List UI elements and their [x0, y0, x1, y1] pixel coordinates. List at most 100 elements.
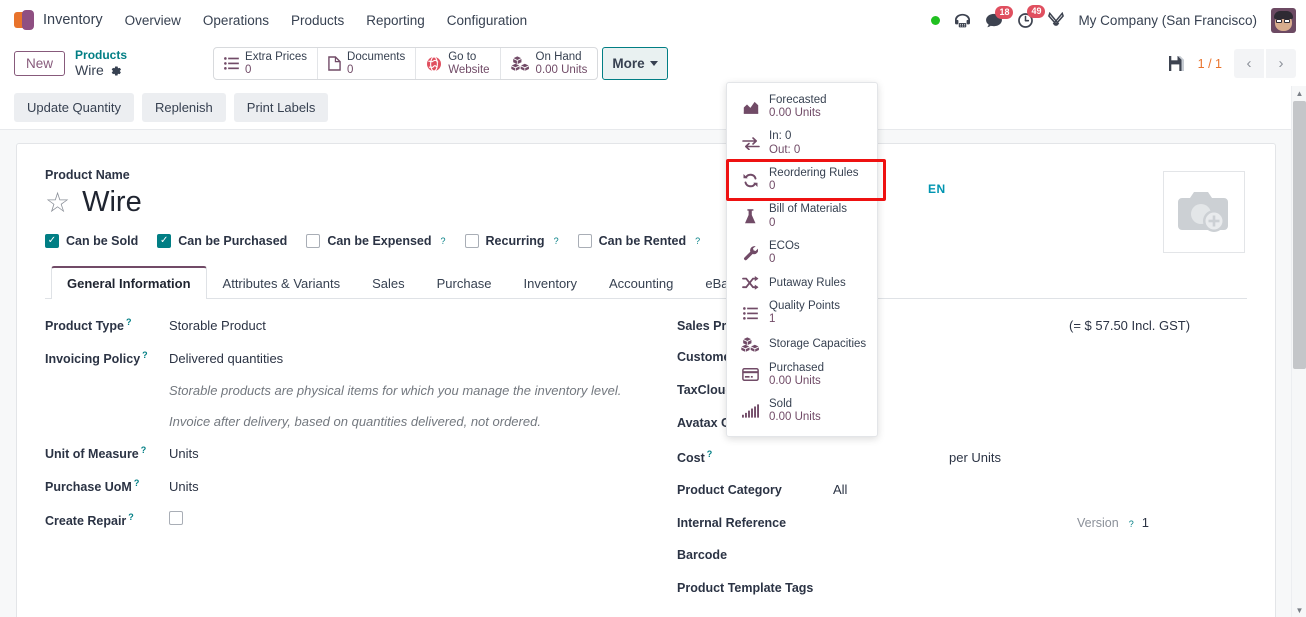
- dropdown-item-putaway-rules[interactable]: Putaway Rules: [727, 271, 877, 295]
- checkbox-box[interactable]: [577, 234, 592, 248]
- pager-text: 1 / 1: [1197, 56, 1222, 71]
- help-icon[interactable]: ?: [141, 445, 147, 455]
- favorite-star-icon[interactable]: ☆: [45, 188, 70, 217]
- field-internal-reference: Internal Reference Version? 1: [677, 515, 1247, 548]
- checkbox-box[interactable]: [464, 234, 479, 248]
- gear-icon[interactable]: [110, 65, 122, 77]
- breadcrumb-current-label: Wire: [75, 62, 104, 79]
- more-button[interactable]: More: [602, 47, 668, 80]
- print-labels-button[interactable]: Print Labels: [233, 93, 329, 122]
- help-icon[interactable]: ?: [554, 236, 559, 246]
- scrollbar-thumb[interactable]: [1293, 101, 1306, 369]
- stat-button-on-hand[interactable]: On Hand 0.00 Units: [501, 48, 598, 79]
- pager-next-button[interactable]: ›: [1266, 49, 1296, 78]
- checkbox-can-be-purchased[interactable]: Can be Purchased: [157, 234, 287, 248]
- stat-button-documents[interactable]: Documents 0: [318, 48, 417, 79]
- dropdown-item-reordering-rules[interactable]: Reordering Rules 0: [727, 162, 877, 198]
- phone-icon[interactable]: [954, 13, 971, 28]
- product-name-label: Product Name: [45, 168, 130, 182]
- dropdown-item-sold[interactable]: Sold 0.00 Units: [727, 393, 877, 429]
- language-badge-en[interactable]: EN: [928, 182, 946, 196]
- create-repair-checkbox[interactable]: [169, 511, 183, 525]
- shuffle-icon: [741, 276, 760, 290]
- checkbox-box[interactable]: [45, 234, 59, 248]
- activities-clock-icon[interactable]: 49: [1017, 4, 1046, 29]
- help-icon[interactable]: ?: [134, 478, 140, 488]
- field-value[interactable]: All: [833, 482, 847, 497]
- field-value[interactable]: Storable Product: [169, 318, 266, 333]
- update-quantity-button[interactable]: Update Quantity: [14, 93, 134, 122]
- help-icon[interactable]: ?: [126, 317, 132, 327]
- field-value[interactable]: Delivered quantities: [169, 351, 283, 366]
- checkbox-can-be-sold[interactable]: Can be Sold: [45, 234, 138, 248]
- dropdown-item-in-out[interactable]: In: 0 Out: 0: [727, 125, 877, 161]
- tab-attributes-variants[interactable]: Attributes & Variants: [207, 267, 357, 299]
- help-icon[interactable]: ?: [128, 512, 134, 522]
- replenish-button[interactable]: Replenish: [141, 93, 226, 122]
- scrollbar-down-arrow-icon[interactable]: ▼: [1292, 603, 1306, 617]
- dropdown-item-forecasted[interactable]: Forecasted 0.00 Units: [727, 89, 877, 125]
- nav-item-operations[interactable]: Operations: [203, 13, 269, 28]
- help-icon[interactable]: ?: [695, 236, 700, 246]
- new-button[interactable]: New: [14, 51, 66, 76]
- messages-icon[interactable]: 18: [985, 5, 1014, 28]
- boxes-icon: [510, 56, 530, 71]
- tab-purchase[interactable]: Purchase: [421, 267, 508, 299]
- tab-general-information[interactable]: General Information: [51, 266, 207, 299]
- stat-button-extra-prices[interactable]: Extra Prices 0: [214, 48, 319, 79]
- field-label: Invoicing Policy?: [45, 350, 148, 367]
- avatar[interactable]: [1271, 7, 1296, 33]
- company-name[interactable]: My Company (San Francisco): [1078, 13, 1257, 28]
- scrollbar-up-arrow-icon[interactable]: ▲: [1292, 86, 1306, 100]
- tools-icon[interactable]: [1048, 12, 1065, 28]
- field-value[interactable]: Units: [169, 479, 199, 494]
- nav-item-overview[interactable]: Overview: [125, 13, 181, 28]
- dropdown-item-label: Purchased: [769, 361, 824, 374]
- pager[interactable]: 1 / 1: [1198, 57, 1222, 71]
- checkbox-box[interactable]: [306, 234, 321, 248]
- more-button-label: More: [612, 56, 645, 71]
- product-title-row: ☆ Wire: [45, 188, 1247, 217]
- save-icon[interactable]: [1168, 55, 1186, 72]
- camera-plus-icon: [1174, 186, 1234, 238]
- stat-button-go-to-website[interactable]: Go to Website: [416, 48, 501, 79]
- help-icon[interactable]: ?: [1129, 519, 1134, 529]
- nav-brand-inventory[interactable]: Inventory: [43, 12, 103, 28]
- control-panel-right: 1 / 1 ‹ ›: [1168, 49, 1296, 78]
- checkbox-box[interactable]: [157, 234, 172, 248]
- nav-item-products[interactable]: Products: [291, 13, 344, 28]
- stat-value: 0.00 Units: [535, 63, 588, 76]
- dropdown-item-label: Quality Points: [769, 300, 840, 313]
- tab-inventory[interactable]: Inventory: [508, 267, 593, 299]
- product-image-placeholder[interactable]: [1163, 171, 1245, 253]
- checkbox-recurring[interactable]: Recurring ?: [464, 234, 559, 248]
- help-icon[interactable]: ?: [142, 350, 148, 360]
- checkbox-can-be-expensed[interactable]: Can be Expensed ?: [306, 234, 446, 248]
- checkbox-label: Can be Expensed: [327, 234, 432, 248]
- form-notebook-tabs: General Information Attributes & Variant…: [45, 266, 1247, 299]
- tab-accounting[interactable]: Accounting: [593, 267, 689, 299]
- globe-icon: [426, 55, 442, 72]
- stat-buttons-group: Extra Prices 0 Documents 0 Go to Website…: [213, 47, 599, 80]
- dropdown-item-storage-capacities[interactable]: Storage Capacities: [727, 332, 877, 357]
- help-icon[interactable]: ?: [707, 449, 713, 459]
- dropdown-item-quality-points[interactable]: Quality Points 1: [727, 295, 877, 331]
- dropdown-item-ecos[interactable]: ECOs 0: [727, 235, 877, 271]
- dropdown-item-purchased[interactable]: Purchased 0.00 Units: [727, 357, 877, 393]
- document-icon: [328, 56, 341, 71]
- help-icon[interactable]: ?: [441, 236, 446, 246]
- dropdown-item-bill-of-materials[interactable]: Bill of Materials 0: [727, 198, 877, 234]
- pager-previous-button[interactable]: ‹: [1234, 49, 1264, 78]
- field-value[interactable]: Units: [169, 446, 199, 461]
- nav-item-configuration[interactable]: Configuration: [447, 13, 527, 28]
- dropdown-item-label: Forecasted: [769, 94, 827, 106]
- tab-sales[interactable]: Sales: [356, 267, 421, 299]
- checkbox-can-be-rented[interactable]: Can be Rented ?: [577, 234, 700, 248]
- nav-item-reporting[interactable]: Reporting: [366, 13, 425, 28]
- field-product-type: Product Type? Storable Product: [45, 317, 677, 350]
- dropdown-item-value: 0.00 Units: [769, 374, 821, 387]
- vertical-scrollbar[interactable]: ▲ ▼: [1291, 86, 1306, 617]
- field-create-repair: Create Repair?: [45, 511, 677, 544]
- breadcrumb-parent-products[interactable]: Products: [75, 48, 127, 62]
- more-dropdown-menu: Forecasted 0.00 Units In: 0 Out: 0 Reord…: [726, 82, 878, 437]
